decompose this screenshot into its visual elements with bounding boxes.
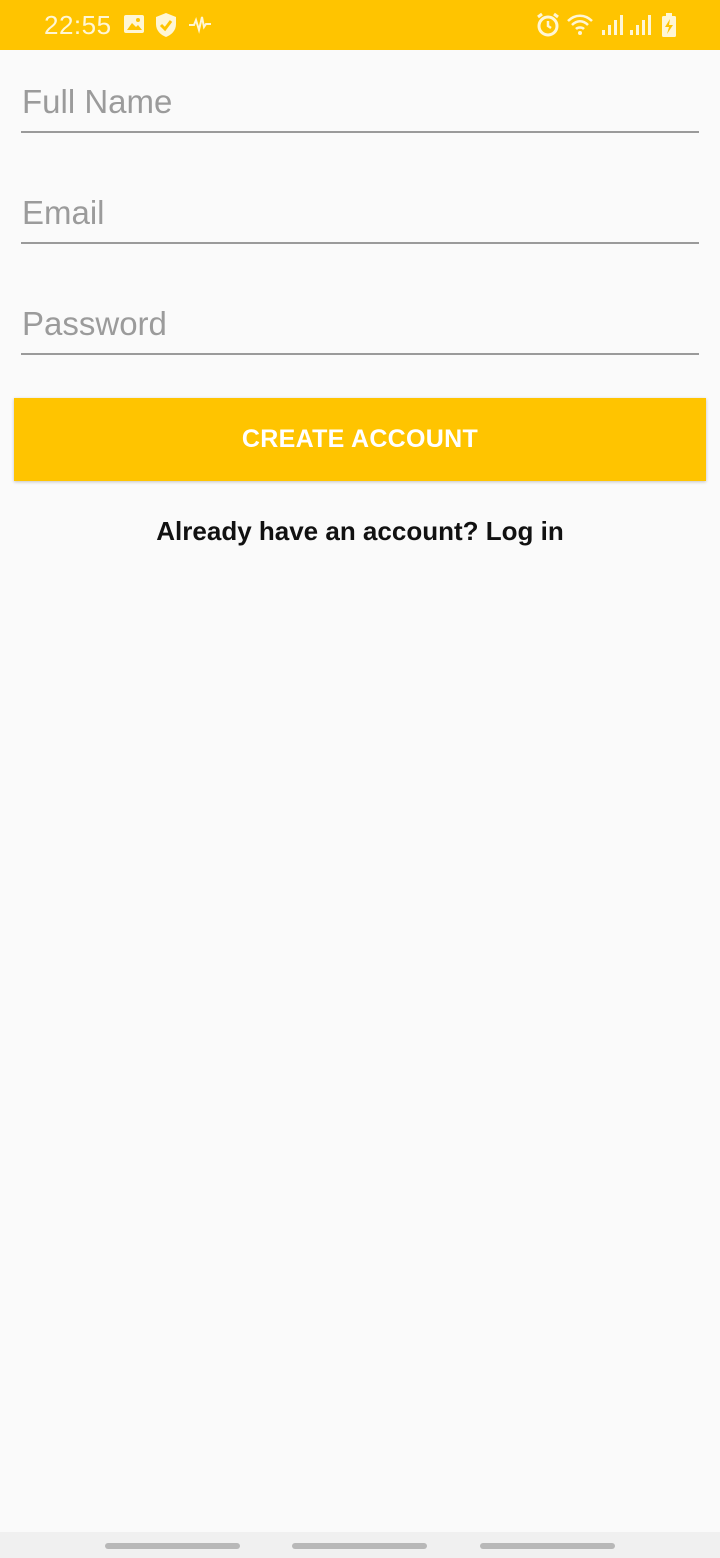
signal-icon <box>628 12 652 38</box>
status-bar: 22:55 <box>0 0 720 50</box>
recent-apps-button[interactable] <box>105 1543 240 1549</box>
email-input[interactable] <box>21 184 699 242</box>
wifi-icon <box>566 12 594 38</box>
create-account-screen: 22:55 Full Name Email CREATE ACCOUNT Alr… <box>0 0 720 1558</box>
home-button[interactable] <box>292 1543 427 1549</box>
back-button[interactable] <box>480 1543 615 1549</box>
create-account-button[interactable]: CREATE ACCOUNT <box>14 398 706 481</box>
password-field <box>21 295 699 355</box>
alarm-icon <box>535 12 561 38</box>
image-icon <box>122 12 146 38</box>
battery-charging-icon <box>660 12 678 38</box>
audio-wave-icon <box>188 12 212 38</box>
shield-check-icon <box>154 12 178 38</box>
full-name-input[interactable] <box>21 73 699 131</box>
signal-icon <box>600 12 624 38</box>
password-input[interactable] <box>21 295 699 353</box>
email-field <box>21 184 699 244</box>
status-time: 22:55 <box>44 10 112 40</box>
navigation-bar <box>0 1532 720 1558</box>
full-name-field <box>21 73 699 133</box>
login-link[interactable]: Already have an account? Log in <box>0 516 720 547</box>
